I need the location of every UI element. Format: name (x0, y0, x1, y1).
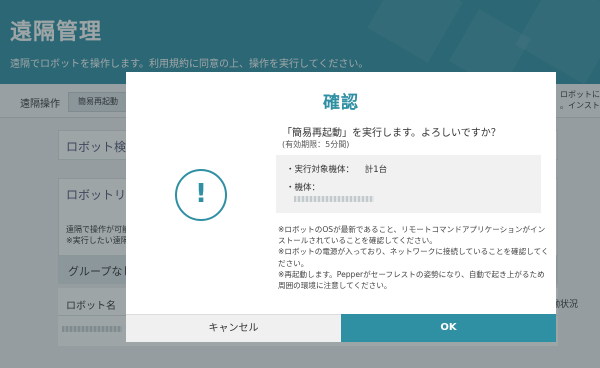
dialog-title: 確認 (323, 93, 359, 113)
exclamation-mark: ! (195, 179, 207, 209)
target-label: ・実行対象機体： (286, 165, 355, 175)
caution-note-line: ※ロボットのOSが最新であること、リモートコマンドアプリケーションがイン (278, 225, 546, 234)
machine-label: ・機体： (286, 183, 321, 193)
target-count-line: ・実行対象機体： 計1台 (286, 163, 387, 175)
caution-note-line: 周囲の環境に注意してください。 (278, 281, 392, 291)
confirm-dialog: 確認 ! 「簡易再起動」を実行します。よろしいですか？ (有効期限：5分間) ・… (126, 72, 556, 342)
caution-note-line: ※再起動します。Pepperがセーフレストの姿勢になり、自動で起き上がるため (278, 269, 545, 279)
confirm-question: 「簡易再起動」を実行します。よろしいですか？ (282, 128, 501, 139)
caution-notes: ※ロボットのOSが最新であること、リモートコマンドアプリケーションがイン ストー… (278, 224, 549, 291)
target-count: 計1台 (364, 165, 388, 175)
caution-note-line: ※ロボットの電源が入っており、ネットワークに接続していることを確認してく (278, 247, 549, 257)
validity-period: (有効期限：5分間) (282, 140, 350, 149)
exclamation-icon: ! (175, 169, 227, 221)
caution-note-line: ださい。 (278, 258, 309, 268)
caution-note-line: ストールされていることを確認してください。 (278, 236, 437, 246)
cancel-button[interactable]: キャンセル (126, 314, 341, 342)
ok-button[interactable]: OK (341, 314, 556, 342)
machine-name-redacted (294, 196, 374, 202)
